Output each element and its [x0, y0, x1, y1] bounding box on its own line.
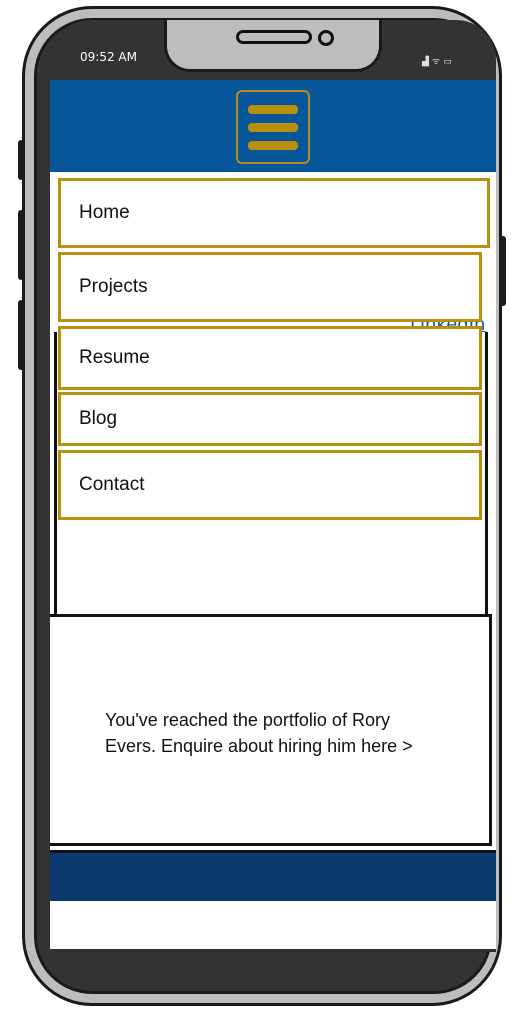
volume-down-button — [18, 210, 24, 280]
signal-icon: ▟ — [422, 57, 432, 67]
status-time: 09:52 AM — [80, 50, 137, 64]
app-screen: LinkedIn You've reached the portfolio of… — [50, 80, 496, 952]
nav-item-label: Home — [79, 202, 130, 223]
nav-item-label: Contact — [79, 474, 145, 495]
nav-item-contact[interactable]: Contact — [58, 450, 482, 520]
side-button — [18, 300, 24, 370]
battery-icon: ▭ — [443, 57, 455, 67]
hamburger-menu-icon — [248, 105, 298, 114]
wifi-icon: ᯤ — [431, 57, 444, 67]
hamburger-menu-icon — [248, 123, 298, 132]
footer-strip — [50, 901, 496, 949]
volume-up-button — [18, 140, 24, 180]
screen-chin — [50, 949, 496, 952]
nav-item-projects[interactable]: Projects — [58, 252, 482, 322]
power-button — [500, 236, 506, 306]
nav-item-blog[interactable]: Blog — [58, 392, 482, 446]
speaker-icon — [236, 30, 312, 44]
nav-item-home[interactable]: Home — [58, 178, 490, 248]
nav-item-label: Blog — [79, 408, 118, 429]
nav-item-label: Resume — [79, 347, 150, 368]
hamburger-menu-icon — [248, 141, 298, 150]
intro-card: You've reached the portfolio of Rory Eve… — [50, 614, 492, 846]
intro-text[interactable]: You've reached the portfolio of Rory Eve… — [105, 707, 435, 759]
nav-item-label: Projects — [79, 276, 148, 297]
nav-item-resume[interactable]: Resume — [58, 326, 482, 390]
hamburger-menu-button[interactable] — [236, 90, 310, 164]
header-bar — [50, 80, 496, 172]
status-icons: ▟ᯤ▭ — [422, 54, 455, 67]
notch — [164, 20, 382, 72]
footer-bar — [50, 850, 496, 904]
camera-icon — [318, 30, 334, 46]
